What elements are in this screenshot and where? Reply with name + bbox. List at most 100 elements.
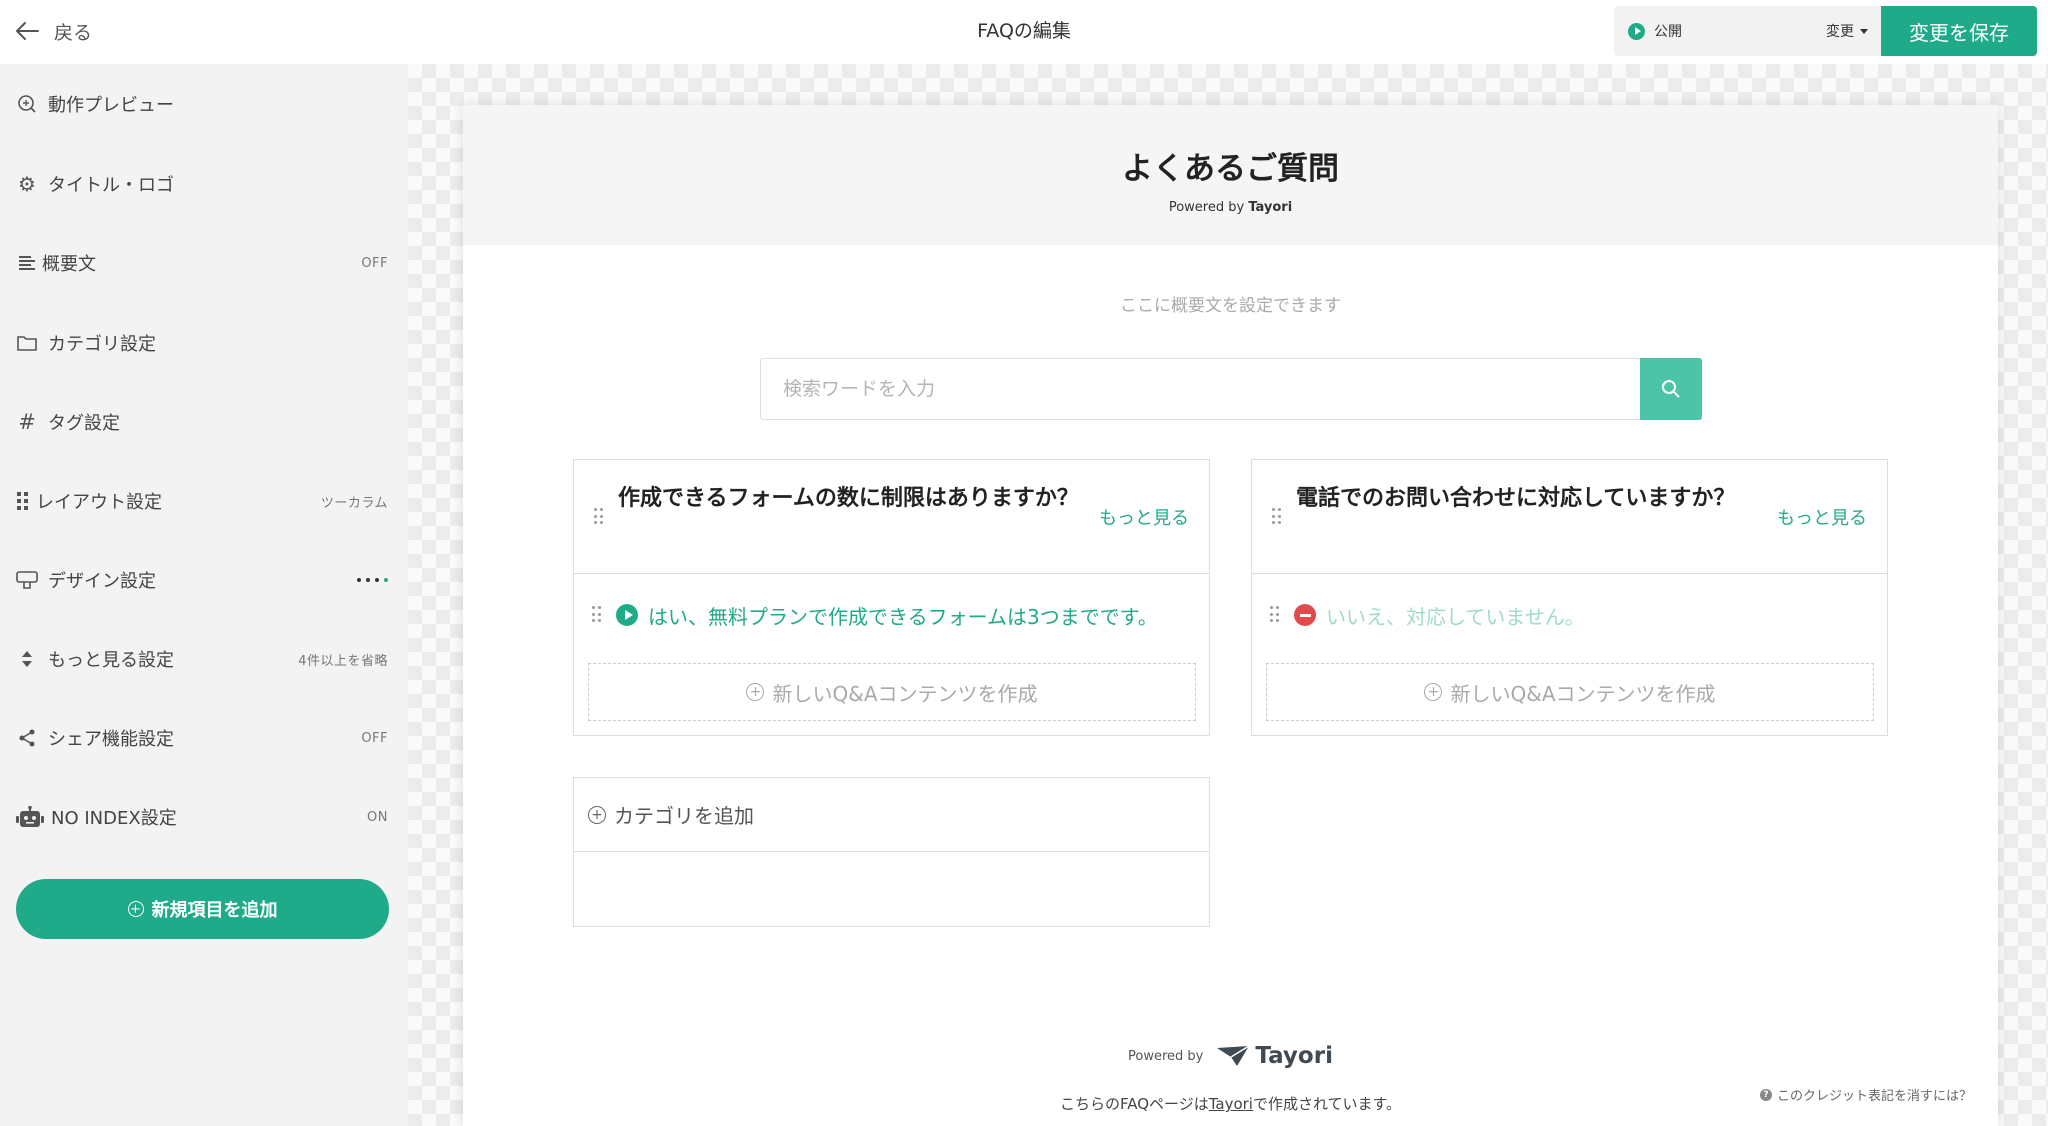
category-title[interactable]: 電話でのお問い合わせに対応していますか？ xyxy=(1296,482,1776,516)
credit-prefix: こちらのFAQページは xyxy=(1059,1095,1209,1113)
sidebar-item-value: ツーカラム xyxy=(320,495,388,511)
faq-summary-placeholder[interactable]: ここに概要文を設定できます xyxy=(463,291,1998,316)
sidebar-item-category[interactable]: カテゴリ設定 xyxy=(0,314,408,372)
more-link[interactable]: もっと見る xyxy=(1777,504,1867,530)
add-category-card: + カテゴリを追加 xyxy=(573,777,1210,927)
new-qa-label: 新しいQ&Aコンテンツを作成 xyxy=(772,681,1038,706)
category-card: 作成できるフォームの数に制限はありますか？ もっと見る はい、無料プランで作成で… xyxy=(573,459,1210,736)
search-input[interactable] xyxy=(761,359,1638,419)
publish-status: 公開 変更 xyxy=(1614,6,1882,56)
new-qa-button[interactable]: + 新しいQ&Aコンテンツを作成 xyxy=(1266,663,1874,721)
add-category-button[interactable]: + カテゴリを追加 xyxy=(574,778,1209,852)
drag-handle-icon[interactable] xyxy=(594,508,604,526)
logo-text: Tayori xyxy=(1255,1043,1333,1069)
sidebar-item-more[interactable]: もっと見る設定 4件以上を省略 xyxy=(0,630,408,688)
align-left-icon xyxy=(16,252,38,274)
sidebar-item-design[interactable]: デザイン設定 xyxy=(0,551,408,609)
sidebar: 動作プレビュー ⚙ タイトル・ロゴ 概要文 OFF カテゴリ設定 # タグ設定 … xyxy=(0,64,408,1126)
sidebar-item-label: シェア機能設定 xyxy=(48,729,174,750)
add-item-label: 新規項目を追加 xyxy=(151,900,278,921)
question-icon: ? xyxy=(1759,1088,1772,1101)
footer-powered-by: Powered by Tayori xyxy=(463,1043,1998,1069)
sidebar-item-value: OFF xyxy=(361,255,388,271)
sidebar-item-share[interactable]: シェア機能設定 OFF xyxy=(0,709,408,767)
powered-prefix: Powered by xyxy=(1168,200,1249,215)
credit-suffix: で作成されています。 xyxy=(1252,1095,1402,1113)
faq-preview: よくあるご質問 Powered by Tayori ここに概要文を設定できます … xyxy=(463,105,1998,1126)
qa-item[interactable]: いいえ、対応していません。 xyxy=(1270,600,1585,630)
sidebar-item-label: NO INDEX設定 xyxy=(51,808,177,829)
add-item-button[interactable]: + 新規項目を追加 xyxy=(16,879,389,939)
gear-icon: ⚙ xyxy=(18,172,36,196)
arrow-left-icon xyxy=(16,22,39,40)
sidebar-item-label: もっと見る設定 xyxy=(48,650,174,671)
back-button[interactable]: 戻る xyxy=(14,14,92,48)
sidebar-item-noindex[interactable]: NO INDEX設定 ON xyxy=(0,788,408,846)
sidebar-item-label: カテゴリ設定 xyxy=(48,334,156,355)
sidebar-item-tag[interactable]: # タグ設定 xyxy=(0,393,408,451)
search-button[interactable] xyxy=(1640,358,1702,420)
remove-credit-link[interactable]: ? このクレジット表記を消すには？ xyxy=(1759,1085,1972,1104)
status-change-label: 変更 xyxy=(1826,24,1854,40)
powered-brand: Tayori xyxy=(1248,200,1293,215)
qa-question: はい、無料プランで作成できるフォームは3つまでです。 xyxy=(648,604,1158,629)
sidebar-item-value: OFF xyxy=(361,730,388,746)
sidebar-item-value: ON xyxy=(367,809,388,825)
faq-title[interactable]: よくあるご質問 xyxy=(463,143,1998,188)
faq-powered-by: Powered by Tayori xyxy=(463,200,1998,215)
tayori-logo: Tayori xyxy=(1215,1043,1333,1069)
drag-handle-icon[interactable] xyxy=(1272,508,1282,526)
sidebar-item-label: 概要文 xyxy=(42,254,96,275)
drag-handle-icon[interactable] xyxy=(592,606,602,624)
unpublished-icon xyxy=(1294,604,1316,626)
tayori-bird-icon xyxy=(1217,1045,1250,1066)
new-qa-label: 新しいQ&Aコンテンツを作成 xyxy=(1450,681,1716,706)
sidebar-item-label: タグ設定 xyxy=(48,413,120,434)
grid-icon xyxy=(16,490,30,512)
category-header: 作成できるフォームの数に制限はありますか？ もっと見る xyxy=(574,460,1209,574)
save-button[interactable]: 変更を保存 xyxy=(1881,6,2037,56)
sidebar-item-value: 4件以上を省略 xyxy=(298,653,388,669)
palette-icon xyxy=(16,569,38,591)
qa-item[interactable]: はい、無料プランで作成できるフォームは3つまでです。 xyxy=(592,600,1158,630)
caret-down-icon xyxy=(1860,28,1868,34)
play-icon xyxy=(1628,22,1645,40)
plus-circle-icon: + xyxy=(127,901,144,917)
top-bar: 戻る FAQの編集 公開 変更 変更を保存 xyxy=(0,0,2048,64)
search-icon xyxy=(16,93,38,115)
tayori-link[interactable]: Tayori xyxy=(1209,1095,1253,1113)
back-label: 戻る xyxy=(54,21,93,44)
sidebar-item-label: タイトル・ロゴ xyxy=(48,175,174,196)
status-label: 公開 xyxy=(1654,24,1682,40)
sort-icon xyxy=(16,648,38,670)
qa-question: いいえ、対応していません。 xyxy=(1326,604,1585,629)
add-category-label: カテゴリを追加 xyxy=(614,804,754,828)
search-box xyxy=(760,358,1702,420)
remove-credit-label: このクレジット表記を消すには？ xyxy=(1776,1089,1972,1104)
published-icon xyxy=(616,604,638,626)
sidebar-item-layout[interactable]: レイアウト設定 ツーカラム xyxy=(0,472,408,530)
category-title[interactable]: 作成できるフォームの数に制限はありますか？ xyxy=(618,482,1098,516)
folder-icon xyxy=(16,332,38,354)
sidebar-item-summary[interactable]: 概要文 OFF xyxy=(0,234,408,292)
drag-handle-icon[interactable] xyxy=(1270,606,1280,624)
search-icon xyxy=(1662,380,1680,398)
plus-circle-icon: + xyxy=(746,683,765,701)
sidebar-item-label: 動作プレビュー xyxy=(48,95,174,116)
category-header: 電話でのお問い合わせに対応していますか？ もっと見る xyxy=(1252,460,1887,574)
sidebar-item-title-logo[interactable]: ⚙ タイトル・ロゴ xyxy=(0,155,408,213)
category-card: 電話でのお問い合わせに対応していますか？ もっと見る いいえ、対応していません。… xyxy=(1251,459,1888,736)
sidebar-item-preview[interactable]: 動作プレビュー xyxy=(0,75,408,133)
status-change-dropdown[interactable]: 変更 xyxy=(1826,21,1868,41)
faq-header: よくあるご質問 Powered by Tayori xyxy=(463,105,1998,245)
hash-icon: # xyxy=(18,410,36,434)
plus-circle-icon: + xyxy=(588,805,606,824)
new-qa-button[interactable]: + 新しいQ&Aコンテンツを作成 xyxy=(588,663,1196,721)
powered-by-label: Powered by xyxy=(1128,1048,1204,1064)
color-dots xyxy=(357,578,388,582)
sidebar-item-label: デザイン設定 xyxy=(48,571,156,592)
share-icon xyxy=(16,727,38,749)
sidebar-item-label: レイアウト設定 xyxy=(36,492,162,513)
robot-icon xyxy=(16,806,44,828)
more-link[interactable]: もっと見る xyxy=(1099,504,1189,530)
